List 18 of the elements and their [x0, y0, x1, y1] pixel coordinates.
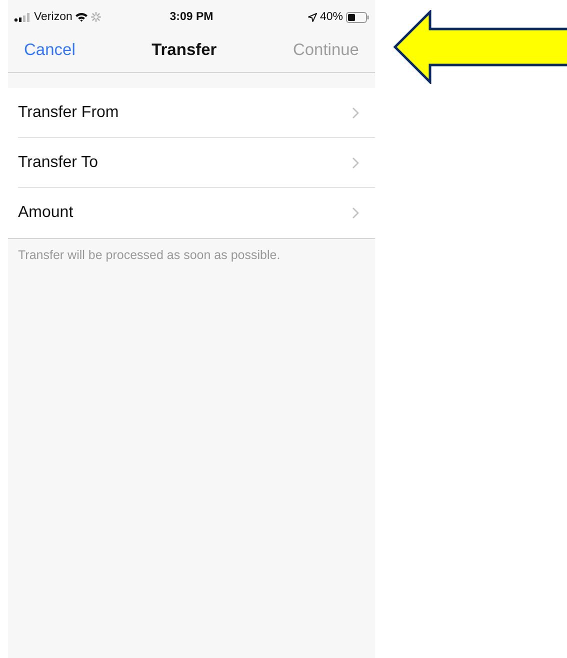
arrow-icon — [393, 10, 567, 84]
row-label[interactable]: Amount — [18, 204, 74, 222]
status-time: 3:09 PM — [170, 11, 214, 23]
cancel-button[interactable]: Cancel — [24, 40, 76, 60]
nav-title: Transfer — [152, 40, 217, 60]
row-label[interactable]: Transfer From — [18, 104, 119, 122]
footer-note: Transfer will be processed as soon as possible. — [17, 247, 282, 264]
chevron-icon — [352, 106, 359, 118]
wifi-icon — [75, 12, 88, 22]
battery-icon — [346, 12, 369, 22]
row-label[interactable]: Transfer To — [18, 154, 98, 172]
battery-percent: 40% — [320, 11, 343, 23]
carrier-name: Verizon — [34, 11, 72, 23]
chevron-icon — [352, 156, 359, 168]
location-arrow-icon — [308, 12, 317, 22]
loading-spinner-icon — [91, 12, 102, 22]
signal-icon — [14, 12, 31, 22]
chevron-icon — [352, 207, 359, 219]
